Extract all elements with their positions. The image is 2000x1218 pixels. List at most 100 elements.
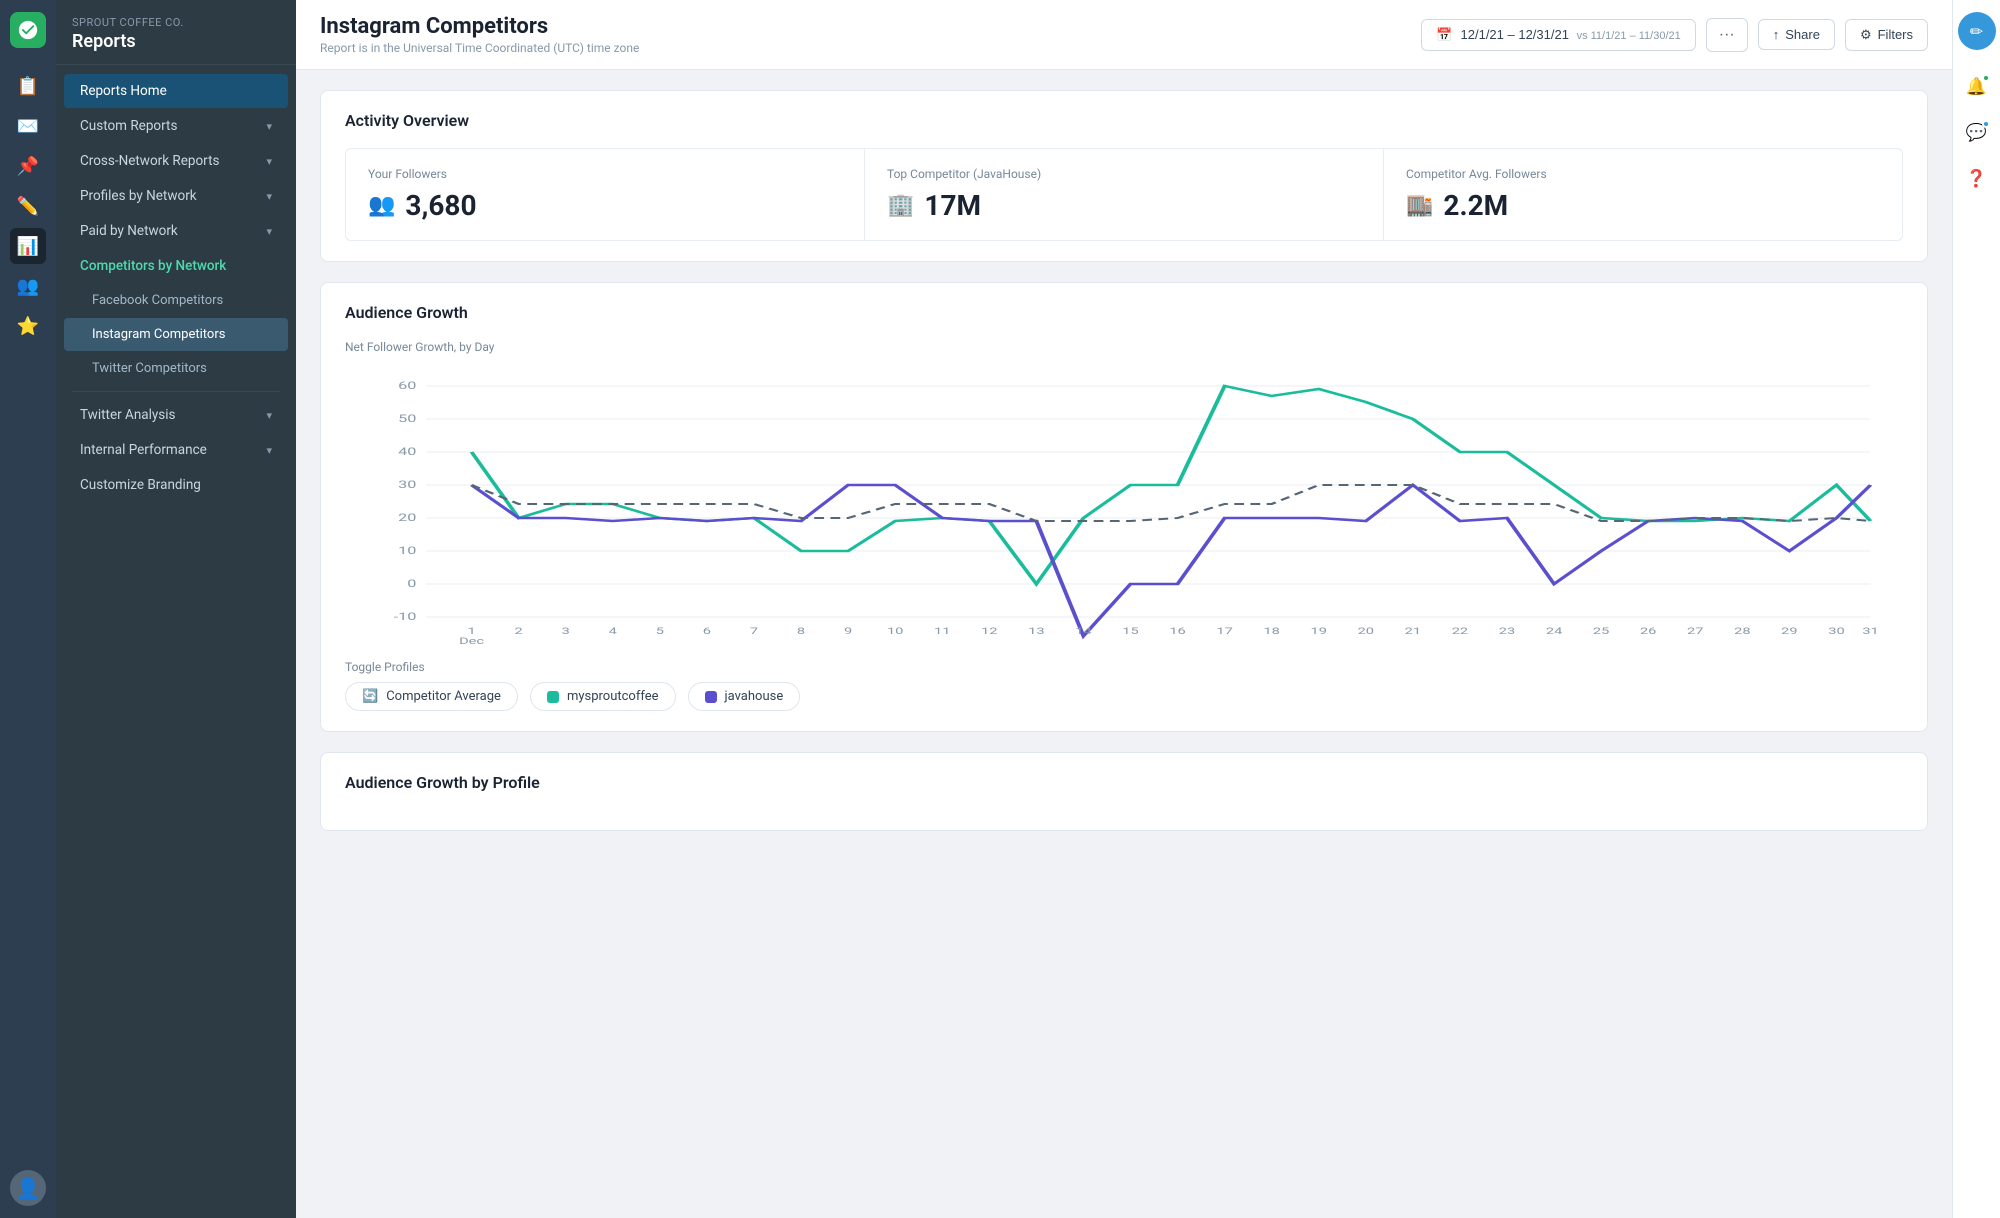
app-logo[interactable] [10,12,46,48]
top-competitor-value-row: 🏢 17M [887,189,1361,222]
sidebar-item-twitter-analysis[interactable]: Twitter Analysis ▾ [64,398,288,432]
rail-feed-icon[interactable]: 📋 [10,68,46,104]
svg-text:15: 15 [1122,626,1139,636]
competitor-avg-legend[interactable]: 🔄 Competitor Average [345,682,518,711]
sidebar-item-internal-performance[interactable]: Internal Performance ▾ [64,433,288,467]
svg-text:11: 11 [934,626,950,636]
svg-text:22: 22 [1452,626,1469,636]
audience-growth-by-profile-card: Audience Growth by Profile [320,752,1928,831]
filters-button[interactable]: ⚙ Filters [1845,19,1928,51]
messages-button[interactable]: 💬 [1960,116,1994,150]
javahouse-legend[interactable]: javahouse [688,682,801,711]
activity-overview-card: Activity Overview Your Followers 👥 3,680… [320,90,1928,262]
rail-reports-icon[interactable]: 📊 [10,228,46,264]
rail-tasks-icon[interactable]: 📌 [10,148,46,184]
competitor-avg-icon: 🔄 [362,689,378,704]
chart-container: 60 50 40 30 20 10 0 -10 1 [345,366,1903,646]
sidebar-item-facebook-competitors[interactable]: Facebook Competitors [64,284,288,317]
svg-text:26: 26 [1640,626,1657,636]
page-subtitle: Report is in the Universal Time Coordina… [320,41,639,55]
top-bar: Instagram Competitors Report is in the U… [296,0,1952,70]
page-title: Instagram Competitors [320,14,639,39]
svg-text:60: 60 [398,381,416,392]
sidebar-header: Sprout Coffee Co. Reports [56,0,296,65]
mysproutcoffee-dot [547,691,559,703]
sidebar-item-paid-by-network[interactable]: Paid by Network ▾ [64,214,288,248]
svg-text:0: 0 [407,579,416,590]
svg-text:5: 5 [656,626,664,636]
date-range-value: 12/1/21 – 12/31/21 vs 11/1/21 – 11/30/21 [1461,27,1681,42]
more-options-button[interactable]: ··· [1706,18,1748,52]
audience-growth-chart: 60 50 40 30 20 10 0 -10 1 [345,366,1903,646]
svg-text:40: 40 [398,447,416,458]
svg-text:3: 3 [562,626,570,636]
messages-badge [1982,120,1990,128]
edit-button[interactable]: ✏ [1958,12,1996,50]
sidebar-item-twitter-competitors[interactable]: Twitter Competitors [64,352,288,385]
competitor-avg-value-row: 🏬 2.2M [1406,189,1880,222]
sidebar-item-custom-reports[interactable]: Custom Reports ▾ [64,109,288,143]
sidebar-item-profiles-by-network[interactable]: Profiles by Network ▾ [64,179,288,213]
chevron-icon: ▾ [266,190,272,203]
chart-label: Net Follower Growth, by Day [345,340,1903,354]
competitor-avg-metric: Competitor Avg. Followers 🏬 2.2M [1384,149,1902,240]
content-area: Activity Overview Your Followers 👥 3,680… [296,70,1952,1218]
notification-badge [1982,74,1990,82]
sidebar-item-cross-network[interactable]: Cross-Network Reports ▾ [64,144,288,178]
svg-text:13: 13 [1028,626,1045,636]
svg-text:30: 30 [1828,626,1845,636]
svg-text:6: 6 [703,626,711,636]
sidebar-item-instagram-competitors[interactable]: Instagram Competitors [64,318,288,351]
svg-text:28: 28 [1734,626,1751,636]
chevron-icon: ▾ [266,155,272,168]
chevron-icon: ▾ [266,225,272,238]
mysproutcoffee-legend[interactable]: mysproutcoffee [530,682,676,711]
activity-overview-title: Activity Overview [345,111,1903,130]
chevron-icon: ▾ [266,120,272,133]
svg-text:10: 10 [887,626,904,636]
followers-icon: 👥 [368,193,395,218]
svg-text:19: 19 [1311,626,1328,636]
rail-star-icon[interactable]: ⭐ [10,308,46,344]
competitor-avg-value: 2.2M [1443,189,1508,222]
help-button[interactable]: ❓ [1960,162,1994,196]
sidebar-item-reports-home[interactable]: Reports Home [64,74,288,108]
top-competitor-icon: 🏢 [887,193,914,218]
calendar-icon: 📅 [1436,27,1452,43]
sidebar-item-competitors-by-network[interactable]: Competitors by Network [64,249,288,283]
svg-text:50: 50 [398,414,416,425]
svg-text:27: 27 [1687,626,1704,636]
share-button[interactable]: ↑ Share [1758,19,1835,50]
svg-text:20: 20 [1358,626,1375,636]
svg-text:30: 30 [398,480,416,491]
rail-social-icon[interactable]: 👥 [10,268,46,304]
share-icon: ↑ [1773,27,1780,42]
sidebar-nav: Reports Home Custom Reports ▾ Cross-Netw… [56,65,296,511]
rail-inbox-icon[interactable]: ✉️ [10,108,46,144]
metrics-row: Your Followers 👥 3,680 Top Competitor (J… [345,148,1903,241]
sidebar-item-customize-branding[interactable]: Customize Branding [64,468,288,502]
audience-growth-by-profile-title: Audience Growth by Profile [345,773,1903,792]
svg-text:12: 12 [981,626,998,636]
javahouse-dot [705,691,717,703]
top-bar-left: Instagram Competitors Report is in the U… [320,14,639,55]
svg-text:21: 21 [1405,626,1421,636]
filters-icon: ⚙ [1860,27,1872,43]
svg-text:25: 25 [1593,626,1610,636]
sidebar: Sprout Coffee Co. Reports Reports Home C… [56,0,296,1218]
top-competitor-value: 17M [924,189,981,222]
svg-text:2: 2 [515,626,523,636]
user-avatar[interactable]: 👤 [10,1170,46,1206]
your-followers-metric: Your Followers 👥 3,680 [346,149,865,240]
svg-text:16: 16 [1169,626,1186,636]
svg-text:7: 7 [750,626,758,636]
icon-rail: 📋 ✉️ 📌 ✏️ 📊 👥 ⭐ 👤 [0,0,56,1218]
notifications-button[interactable]: 🔔 [1960,70,1994,104]
svg-text:8: 8 [797,626,805,636]
rail-compose-icon[interactable]: ✏️ [10,188,46,224]
svg-text:Dec: Dec [459,636,484,646]
right-bar: ✏ 🔔 💬 ❓ [1952,0,2000,1218]
date-range-button[interactable]: 📅 12/1/21 – 12/31/21 vs 11/1/21 – 11/30/… [1421,19,1695,51]
toggle-profiles-label: Toggle Profiles [345,660,1903,674]
your-followers-value-row: 👥 3,680 [368,189,842,222]
